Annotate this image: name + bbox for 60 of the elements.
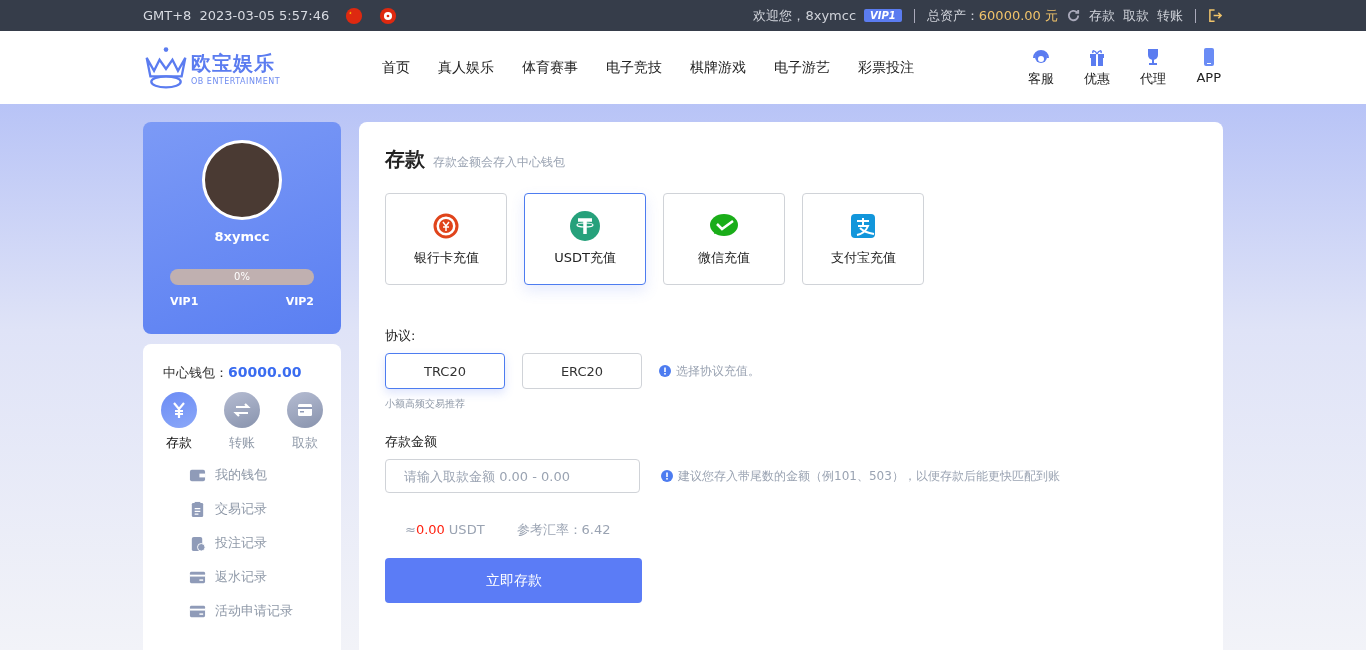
receipt-icon <box>189 534 206 552</box>
logout-icon <box>1208 8 1223 23</box>
date-time: 2023-03-05 5:57:46 <box>199 8 330 23</box>
top-link[interactable]: 取款 <box>1123 6 1149 25</box>
payment-method-option[interactable]: 支付宝充值 <box>802 193 924 285</box>
protocol-hint: 选择协议充值。 <box>676 362 760 380</box>
payment-method-option[interactable]: 微信充值 <box>663 193 785 285</box>
alipay-icon <box>848 211 878 241</box>
tether-icon <box>570 211 600 241</box>
flag-icon <box>379 6 398 25</box>
approx-sign: ≈ <box>405 522 416 537</box>
crown-logo-icon <box>143 44 189 91</box>
exchange-rate: 参考汇率：6.42 <box>516 521 611 539</box>
field-label: 存款金额 <box>385 433 438 451</box>
logout-button[interactable] <box>1208 8 1223 23</box>
welcome-text: 欢迎您，8xymcc <box>753 6 857 25</box>
username: 8xymcc <box>214 229 270 244</box>
protocol-option[interactable]: TRC20 <box>385 353 505 389</box>
currency-unit: USDT <box>448 522 485 537</box>
payment-method-option[interactable]: 银行卡充值 <box>385 193 507 285</box>
vip-level-label: VIP2 <box>285 295 314 308</box>
amount-hint: 建议您存入带尾数的金额（例101、503），以便存款后能更快匹配到账 <box>678 467 1060 485</box>
top-link[interactable]: 存款 <box>1089 6 1115 25</box>
refresh-icon <box>1066 8 1081 23</box>
progress-reading: 0% <box>233 270 251 284</box>
vip-badge: VIP1 <box>864 9 902 22</box>
page-title: 存款 <box>385 146 425 173</box>
nav-link[interactable]: 电子游艺 <box>774 58 830 77</box>
quick-link[interactable]: APP <box>1196 47 1221 88</box>
field-label: 协议: <box>385 327 417 345</box>
usdt-amount: 0.00 <box>415 522 445 537</box>
logo-name: 欧宝娱乐 <box>191 49 276 77</box>
clipboard-icon <box>189 500 206 518</box>
quick-link[interactable]: 优惠 <box>1084 47 1111 88</box>
nav-link[interactable]: 电子竞技 <box>606 58 662 77</box>
total-assets-value: 60000.00 元 <box>978 6 1058 25</box>
nav-link[interactable]: 体育赛事 <box>522 58 578 77</box>
info-icon <box>659 365 671 377</box>
quick-link[interactable]: 客服 <box>1028 47 1055 88</box>
page-subtitle: 存款金额会存入中心钱包 <box>433 154 565 171</box>
protocol-option[interactable]: ERC20 <box>522 353 642 389</box>
top-link[interactable]: 转账 <box>1157 6 1183 25</box>
total-assets-label: 总资产： <box>926 6 979 25</box>
payment-method-option[interactable]: USDT充值 <box>524 193 646 285</box>
timezone-label: GMT+8 <box>143 8 192 23</box>
submit-deposit-button[interactable]: 立即存款 <box>385 558 642 603</box>
protocol-note: 小额高频交易推荐 <box>385 397 466 411</box>
quick-link[interactable]: 代理 <box>1140 47 1167 88</box>
yuan-exchange-icon <box>431 211 461 241</box>
wallet-label: 中心钱包： <box>163 365 228 380</box>
wallet-balance: 60000.00 <box>228 364 302 380</box>
nav-link[interactable]: 首页 <box>382 58 410 77</box>
nav-link[interactable]: 真人娱乐 <box>438 58 494 77</box>
nav-link[interactable]: 棋牌游戏 <box>690 58 746 77</box>
amount-input-field[interactable]: 请输入取款金额 0.00 - 0.00 <box>385 459 640 493</box>
vip-level-label: VIP1 <box>170 295 199 308</box>
flag-icon <box>345 6 364 25</box>
nav-link[interactable]: 彩票投注 <box>858 58 914 77</box>
info-icon <box>661 470 673 482</box>
logo-subtitle: OB ENTERTAINMENT <box>191 76 281 86</box>
